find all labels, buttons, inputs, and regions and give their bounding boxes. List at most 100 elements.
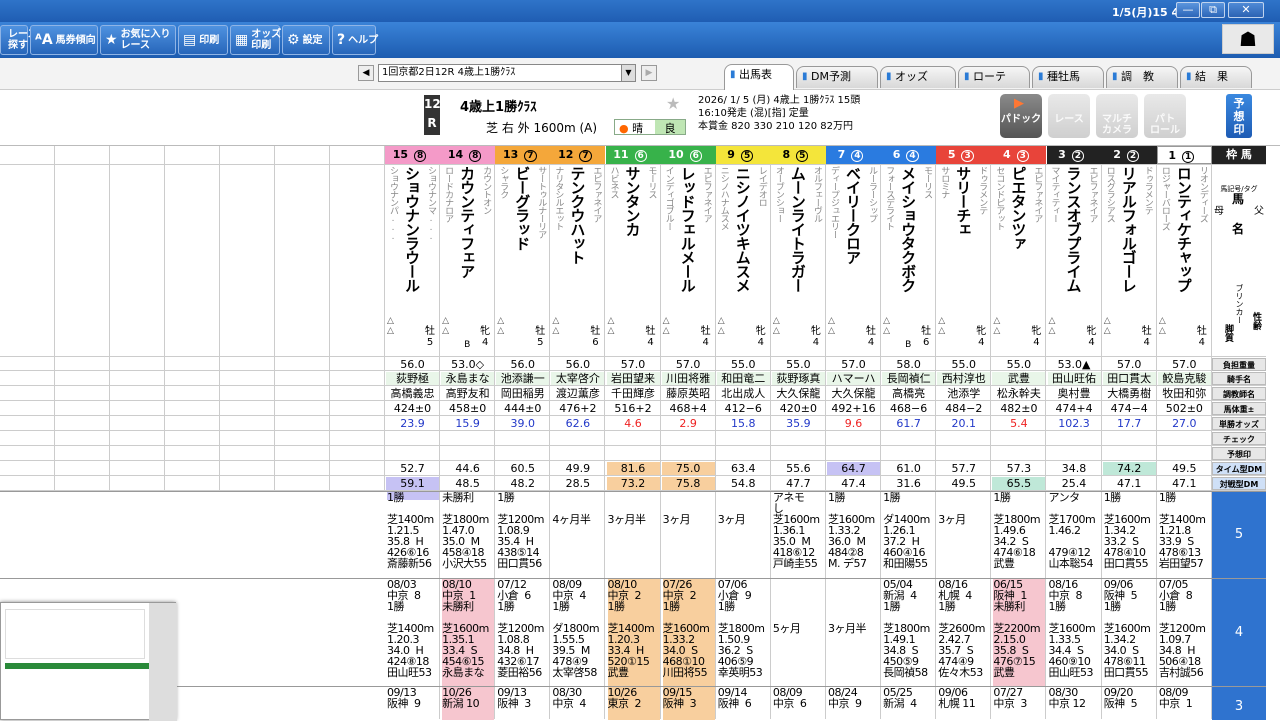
horse-name[interactable]: テンクウハット (567, 166, 588, 316)
horse-odds[interactable]: 5.4 (992, 417, 1045, 430)
horse-name[interactable]: サリーチェ (953, 166, 974, 316)
past-race-cell[interactable]: 1勝 芝1400m 1.21.8 33.9 S 478⑥13 岩田望57 (1159, 492, 1211, 578)
toolbar-button-0[interactable]: レースを 探す (0, 25, 48, 55)
horse-name[interactable]: ショウナンラウール (402, 166, 423, 316)
horse-name[interactable]: ビーグラッド (512, 166, 533, 316)
past-race-cell[interactable]: 10/26 東京 2 (607, 687, 660, 720)
past-race-cell[interactable]: 08/30 中京 4 (552, 687, 604, 720)
horse-odds[interactable]: 61.7 (882, 417, 935, 430)
past-race-cell[interactable]: アネモ し 芝1600m 1.36.1 35.0 M 418⑥12 戸崎圭55 (773, 492, 825, 578)
horse-odds[interactable]: 39.0 (496, 417, 549, 430)
paddock-button[interactable]: ▶ パドック (1000, 94, 1042, 138)
horse-name[interactable]: ロンティケチャップ (1174, 166, 1195, 316)
toolbar-button-2[interactable]: ★ お気に入り レース (100, 25, 176, 55)
horse-odds[interactable]: 17.7 (1103, 417, 1156, 430)
horse-name[interactable]: ランスオブプライム (1064, 166, 1085, 316)
tab-5[interactable]: ▮ 調 教 (1106, 66, 1178, 88)
past-race-cell[interactable]: 08/09 中京 1 (1159, 687, 1211, 720)
past-race-cell[interactable]: 10/26 新潟 10 (442, 687, 495, 720)
past-race-cell[interactable]: 07/06 小倉 9 1勝 芝1800m 1.50.9 36.2 S 406⑤9… (718, 579, 770, 686)
past-race-cell[interactable]: 09/20 阪神 5 (1104, 687, 1156, 720)
tab-2[interactable]: ▮ オッズ (880, 66, 956, 88)
past-race-cell[interactable]: 3ヶ月 (718, 492, 770, 578)
close-button[interactable]: ✕ (1228, 2, 1264, 18)
past-race-cell[interactable]: 08/16 中京 8 1勝 芝1600m 1.33.5 34.4 S 460⑨1… (1049, 579, 1101, 686)
past-race-cell[interactable]: 05/25 新潟 4 (883, 687, 935, 720)
past-race-cell[interactable]: 3ヶ月 (663, 492, 715, 578)
horse-odds[interactable]: 23.9 (386, 417, 439, 430)
past-race-cell[interactable]: 07/05 小倉 8 1勝 芝1200m 1.09.7 34.8 H 506④1… (1159, 579, 1211, 686)
tab-6[interactable]: ▮ 結 果 (1180, 66, 1252, 88)
chevron-down-icon[interactable]: ▼ (621, 65, 635, 81)
toolbar-button-1[interactable]: ᴬA 馬券傾向 (30, 25, 98, 55)
past-race-cell[interactable]: 07/26 中京 2 1勝 芝1600m 1.33.2 34.0 S 468①1… (662, 579, 715, 686)
past-race-cell[interactable]: 1勝 ダ1400m 1.26.1 37.2 H 460④16 和田陽55 (883, 492, 935, 578)
toolbar-button-5[interactable]: ⚙ 設定 (282, 25, 330, 55)
past-race-cell[interactable]: 08/10 中京 2 1勝 芝1400m 1.20.3 33.4 H 520①1… (607, 579, 660, 686)
multi-camera-button[interactable]: マルチ カメラ (1096, 94, 1138, 138)
horse-name[interactable]: ニシノイツキムスメ (733, 166, 754, 316)
past-race-cell[interactable]: 1勝 芝1600m 1.34.2 33.2 S 478④10 田口貫55 (1104, 492, 1156, 578)
tab-0[interactable]: ▮ 出馬表 (724, 64, 794, 90)
past-race-cell[interactable]: 1勝 芝1600m 1.33.2 36.0 M 484②8 M. デ57 (828, 492, 880, 578)
horse-odds[interactable]: 20.1 (937, 417, 990, 430)
minimize-button[interactable]: — (1176, 2, 1200, 18)
past-race-cell[interactable]: 09/13 阪神 3 (497, 687, 549, 720)
past-race-cell[interactable]: 08/16 札幌 4 1勝 芝2600m 2.42.7 35.7 S 474④9… (938, 579, 990, 686)
prediction-mark-button[interactable]: 予 想 印 (1226, 94, 1252, 138)
horse-name[interactable]: リアルフォルゴーレ (1119, 166, 1140, 316)
past-race-cell[interactable]: 3ヶ月半 (608, 492, 660, 578)
past-race-cell[interactable]: 1勝 芝1200m 1.08.9 35.4 H 438⑤14 田口貫56 (497, 492, 549, 578)
horse-odds[interactable]: 62.6 (551, 417, 604, 430)
past-race-cell[interactable]: 5ヶ月 (773, 579, 825, 686)
past-race-cell[interactable]: 3ヶ月半 (828, 579, 880, 686)
toolbar-button-6[interactable]: ? ヘルプ (332, 25, 378, 55)
favorite-star-icon[interactable]: ★ (666, 94, 680, 113)
past-race-cell[interactable]: 07/12 小倉 6 1勝 芝1200m 1.08.8 34.8 H 432⑥1… (497, 579, 549, 686)
horse-odds[interactable]: 27.0 (1158, 417, 1211, 430)
patrol-button[interactable]: パト ロール (1144, 94, 1186, 138)
race-video-button[interactable]: レース (1048, 94, 1090, 138)
maximize-button[interactable]: ⧉ (1201, 2, 1225, 18)
horse-name[interactable]: メイショウタクボク (898, 166, 919, 316)
tab-3[interactable]: ▮ ローテ (958, 66, 1030, 88)
horse-odds[interactable]: 102.3 (1048, 417, 1101, 430)
horse-odds[interactable]: 15.9 (441, 417, 494, 430)
horse-name[interactable]: サンタンカ (623, 166, 644, 316)
past-race-cell[interactable]: 08/09 中京 6 (773, 687, 825, 720)
past-race-cell[interactable]: 08/30 中京 12 (1049, 687, 1101, 720)
past-race-cell[interactable]: 06/15 阪神 1 未勝利 芝2200m 2.15.0 35.8 S 476⑦… (993, 579, 1046, 686)
horse-odds[interactable]: 4.6 (607, 417, 660, 430)
past-race-cell[interactable]: 09/14 阪神 6 (718, 687, 770, 720)
horse-odds[interactable]: 2.9 (662, 417, 715, 430)
horse-odds[interactable]: 9.6 (827, 417, 880, 430)
horse-odds[interactable]: 15.8 (717, 417, 770, 430)
past-race-cell[interactable]: 未勝利 芝1800m 1.47.0 35.0 M 458④18 小沢大55 (442, 492, 494, 578)
horse-name[interactable]: ムーンライトラガー (788, 166, 809, 316)
next-race-icon[interactable]: ▶ (641, 65, 657, 81)
horse-name[interactable]: ピエタンツァ (1008, 166, 1029, 316)
horse-name[interactable]: レッドフェルメール (678, 166, 699, 316)
race-select[interactable]: 1回京都2日12R 4歳上1勝ｸﾗｽ ▼ (378, 64, 636, 82)
prev-race-icon[interactable]: ◀ (358, 65, 374, 81)
past-race-cell[interactable]: 08/24 中京 9 (828, 687, 880, 720)
tab-1[interactable]: ▮ DM予測 (796, 66, 878, 88)
past-race-cell[interactable]: アンタ 芝1700m 1.46.2 479④12 山本聡54 (1049, 492, 1101, 578)
past-race-cell[interactable]: 4ヶ月半 (552, 492, 604, 578)
past-race-cell[interactable]: 08/09 中京 4 1勝 ダ1800m 1.55.5 39.5 M 478④9… (552, 579, 604, 686)
horse-odds[interactable]: 35.9 (772, 417, 825, 430)
past-race-cell[interactable]: 07/27 中京 3 (993, 687, 1045, 720)
toolbar-button-3[interactable]: ▤ 印刷 (178, 25, 228, 55)
toolbar-button-4[interactable]: ▦ オッズ 印刷 (230, 25, 281, 55)
past-race-cell[interactable]: 09/15 阪神 3 (662, 687, 715, 720)
past-race-cell[interactable]: 09/06 札幌 11 (938, 687, 990, 720)
horse-name[interactable]: ベイリークロア (843, 166, 864, 316)
past-race-cell[interactable]: 08/03 中京 8 1勝 芝1400m 1.20.3 34.0 H 424⑧1… (387, 579, 439, 686)
tab-4[interactable]: ▮ 種牡馬 (1032, 66, 1104, 88)
past-race-cell[interactable]: 1勝 芝1400m 1.21.5 35.8 H 426⑥16 斎藤新56 (387, 492, 439, 578)
past-race-cell[interactable]: 09/06 阪神 5 1勝 芝1600m 1.34.2 34.0 S 478⑥1… (1104, 579, 1156, 686)
horse-name[interactable]: カウンティフェア (457, 166, 478, 316)
past-race-cell[interactable]: 1勝 芝1800m 1.49.6 34.2 S 474⑥18 武豊 (993, 492, 1045, 578)
past-race-cell[interactable]: 09/13 阪神 9 (387, 687, 439, 720)
past-race-cell[interactable]: 08/10 中京 1 未勝利 芝1600m 1.35.1 33.4 S 454⑥… (442, 579, 495, 686)
